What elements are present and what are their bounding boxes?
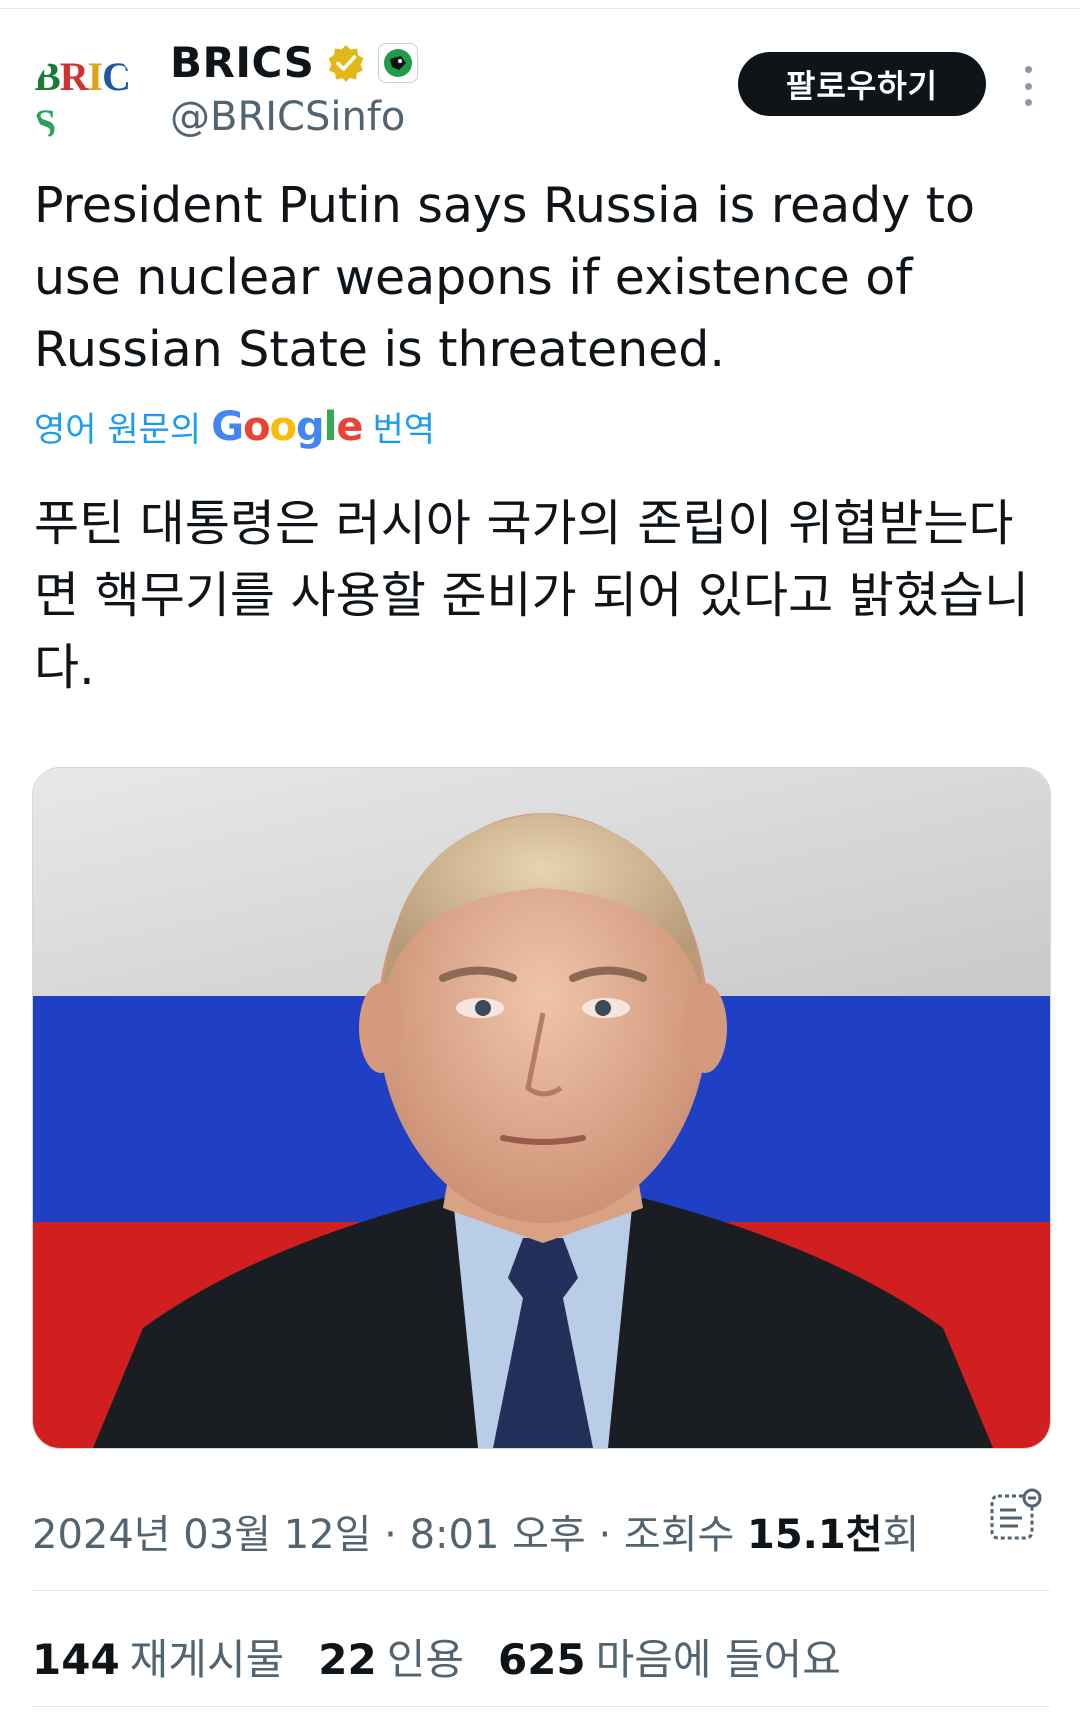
follow-button[interactable]: 팔로우하기: [738, 52, 986, 116]
divider: [32, 1706, 1050, 1707]
tweet-time[interactable]: 8:01 오후: [410, 1512, 586, 1558]
divider: [32, 1590, 1050, 1591]
tweet-text: President Putin says Russia is ready to …: [34, 177, 976, 378]
more-options-icon[interactable]: [1018, 66, 1038, 106]
quotes-stat[interactable]: 22 인용: [318, 1626, 464, 1687]
analytics-icon[interactable]: [986, 1488, 1044, 1546]
translate-suffix: 번역: [372, 410, 436, 450]
avatar[interactable]: BRICS: [34, 48, 138, 152]
reposts-stat[interactable]: 144 재게시물: [32, 1626, 284, 1687]
engagement-stats: 144 재게시물 22 인용 625 마음에 들어요: [32, 1626, 841, 1687]
tweet-meta: 2024년 03월 12일 · 8:01 오후 · 조회수 15.1천회: [32, 1512, 920, 1558]
author-name[interactable]: BRICS: [170, 38, 314, 87]
top-divider: [0, 8, 1080, 9]
translated-text: 푸틴 대통령은 러시아 국가의 존립이 위협받는다면 핵무기를 사용할 준비가 …: [34, 495, 1030, 696]
likes-stat[interactable]: 625 마음에 들어요: [498, 1626, 841, 1687]
tweet-date[interactable]: 2024년 03월 12일: [32, 1512, 371, 1558]
google-logo: Google: [211, 403, 363, 450]
translate-prefix: 영어 원문의: [34, 410, 202, 450]
tweet-image[interactable]: [32, 767, 1051, 1449]
views-label: 조회수: [623, 1512, 735, 1558]
translation-attribution[interactable]: 영어 원문의 Google 번역: [34, 402, 435, 451]
verified-badge-icon[interactable]: [326, 43, 366, 83]
views-count: 15.1천: [747, 1512, 883, 1558]
author-handle[interactable]: @BRICSinfo: [170, 94, 405, 140]
affiliate-icon[interactable]: [378, 42, 419, 83]
brics-logo: BRICS: [34, 54, 131, 146]
author-name-row[interactable]: BRICS: [170, 38, 419, 87]
